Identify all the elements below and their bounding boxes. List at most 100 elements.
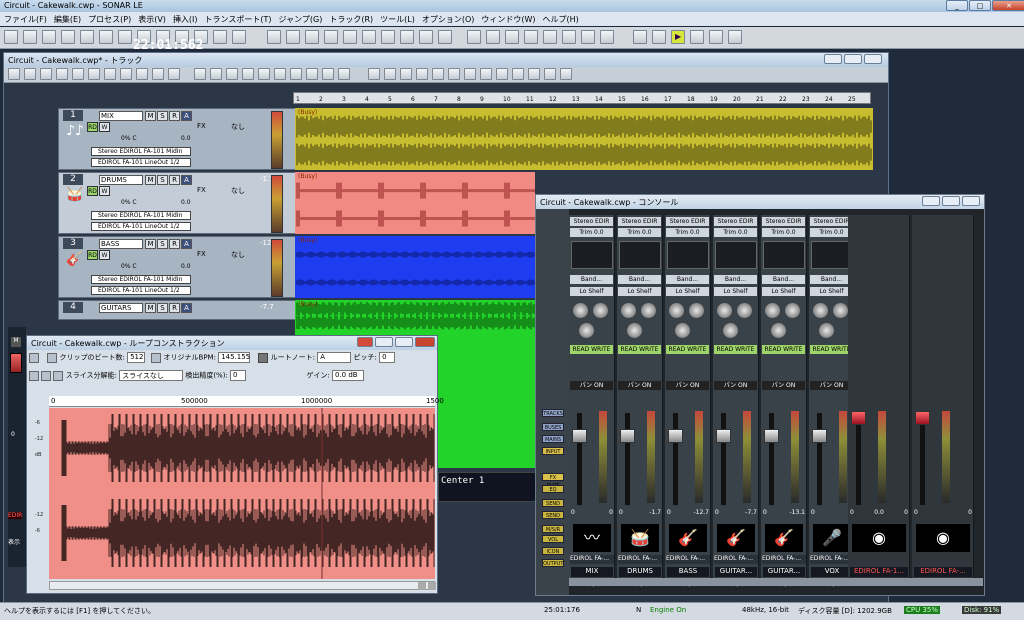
strip-band[interactable]: Band... [714,275,757,284]
maximize-button[interactable]: □ [969,0,991,11]
console-side-msr[interactable]: M/S/R [542,525,564,533]
console-side-vol[interactable]: VOL [542,535,564,543]
track-rd-button[interactable]: RD [87,186,98,196]
strip-knob[interactable] [669,303,684,318]
track-a-button[interactable]: A [181,175,192,185]
timeline-ruler[interactable]: 1 2 3 4 5 6 7 8 9 10 11 12 13 14 15 16 17 18 19 20 21 22 23 24 2… [293,92,871,104]
menu-item-3[interactable]: 表示(V) [138,14,166,24]
track-bass[interactable]: 3 BASS M S R A -12.7 🎸 RD W FX なし 0% C 0.0 Stereo EDIR… [58,236,296,298]
strip-read[interactable]: READ WRITE [714,345,757,354]
track-toolbar-button-33[interactable] [560,68,572,80]
strip-lo-shelf[interactable]: Lo Shelf [714,287,757,296]
clip-drums[interactable]: (Busy) [295,172,535,234]
track-toolbar-button-23[interactable] [400,68,412,80]
track-r-button[interactable]: R [169,175,180,185]
strip-read[interactable]: READ WRITE [762,345,805,354]
menu-item-10[interactable]: ウィンドウ(W) [481,14,535,24]
strip-read[interactable]: READ WRITE [810,345,853,354]
track-m-button[interactable]: M [145,239,156,249]
track-toolbar-button-28[interactable] [480,68,492,80]
track-toolbar-button-30[interactable] [512,68,524,80]
menu-item-8[interactable]: ツール(L) [380,14,415,24]
strip-eq-display[interactable] [763,241,805,269]
bpm-field[interactable]: 145.155 [218,352,251,363]
toolbar-button-26[interactable] [524,30,538,44]
track-a-button[interactable]: A [181,239,192,249]
console-side-fxplot[interactable]: FX PLOT [542,473,564,489]
strip-knob[interactable] [833,303,848,318]
strip-device[interactable]: EDIROL FA-... [570,555,614,564]
track-guitars[interactable]: 4 GUITARS M S R A -7.7 [58,300,296,320]
beats-field[interactable]: 512 [127,352,146,363]
track-s-button[interactable]: S [157,175,168,185]
strip-eq-display[interactable] [619,241,661,269]
strip-pan[interactable]: パン ON [762,381,805,390]
strip-knob[interactable] [771,323,786,338]
loop-horizontal-scrollbar[interactable] [49,581,436,590]
toolbar-button-31[interactable] [633,30,647,44]
strip-band[interactable]: Band... [810,275,853,284]
track-w-button[interactable]: W [99,250,110,260]
track-toolbar-button-12[interactable] [210,68,222,80]
strip-eq-display[interactable] [715,241,757,269]
toolbar-button-6[interactable] [118,30,132,44]
loop-enable-icon[interactable] [29,352,39,363]
strip-pan[interactable]: パン ON [714,381,757,390]
strip-band[interactable]: Band... [666,275,709,284]
strip-knob[interactable] [627,323,642,338]
track-toolbar-button-0[interactable] [8,68,20,80]
loop-maximize-button[interactable] [395,337,413,347]
menu-item-2[interactable]: プロセス(P) [88,14,131,24]
track-m-button[interactable]: M [145,111,156,121]
strip-lo-shelf[interactable]: Lo Shelf [570,287,613,296]
track-a-button[interactable]: A [181,303,192,313]
close-button[interactable]: ✕ [992,0,1024,11]
toolbar-button-5[interactable] [99,30,113,44]
master-fader-cap[interactable] [10,353,22,373]
strip-knob[interactable] [579,323,594,338]
strip-knob[interactable] [717,303,732,318]
track-s-button[interactable]: S [157,111,168,121]
toolbar-button-11[interactable] [213,30,227,44]
strip-knob[interactable] [621,303,636,318]
console-side-send[interactable]: SEND [542,499,564,507]
strip-device[interactable]: EDIROL FA-... [666,555,710,564]
strip-lo-shelf[interactable]: Lo Shelf [618,287,661,296]
toolbar-button-22[interactable] [438,30,452,44]
track-toolbar-button-13[interactable] [226,68,238,80]
strip-knob[interactable] [723,323,738,338]
detect-field[interactable]: 0 [230,370,247,381]
strip-knob[interactable] [689,303,704,318]
track-input[interactable]: Stereo EDIROL FA-101 MidIn [91,147,191,156]
menu-item-5[interactable]: トランスポート(T) [205,14,272,24]
select-tool-icon[interactable] [29,370,39,381]
strip-eq-display[interactable] [811,241,853,269]
track-toolbar-button-6[interactable] [104,68,116,80]
menu-item-4[interactable]: 挿入(I) [173,14,198,24]
track-w-button[interactable]: W [99,186,110,196]
gain-field[interactable]: 0.0 dB [331,370,364,381]
strip-fader-cap[interactable] [572,429,587,443]
console-side-mains[interactable]: MAINS [542,435,564,443]
marker-tool-icon[interactable] [53,370,64,381]
main-fader-cap[interactable] [915,411,930,425]
strip-knob[interactable] [765,303,780,318]
track-output[interactable]: EDIROL FA-101 LineOut 1/2 [91,158,191,167]
track-name[interactable]: MIX [99,111,143,121]
root-note-select[interactable]: A [317,352,352,363]
track-a-button[interactable]: A [181,111,192,121]
strip-trim[interactable]: Trim 0.0 [618,228,661,237]
strip-band[interactable]: Band... [762,275,805,284]
toolbar-button-27[interactable] [543,30,557,44]
track-input[interactable]: Stereo EDIROL FA-101 MidIn [91,275,191,284]
console-side-tracks[interactable]: TRACKS [542,409,564,417]
track-w-button[interactable]: W [99,122,110,132]
toolbar-button-28[interactable] [562,30,576,44]
track-s-button[interactable]: S [157,303,168,313]
console-close-button[interactable] [962,196,980,206]
track-name[interactable]: GUITARS [99,303,143,313]
strip-device[interactable]: EDIROL FA-... [762,555,806,564]
toolbar-button-32[interactable] [652,30,666,44]
strip-eq-display[interactable] [667,241,709,269]
toolbar-button-23[interactable] [467,30,481,44]
